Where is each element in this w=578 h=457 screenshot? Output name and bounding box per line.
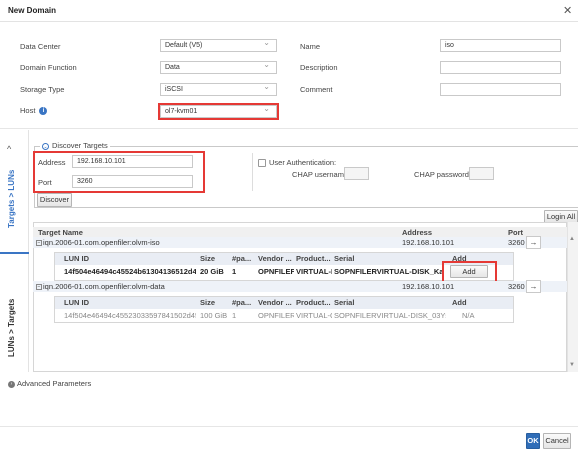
lun-add-status: N/A [462,311,475,320]
ok-button[interactable]: OK [526,433,540,449]
comment-label: Comment [300,85,333,94]
advanced-parameters-toggle[interactable]: › Advanced Parameters [8,379,91,388]
expand-icon[interactable]: › [8,380,15,388]
target-port-cell: 3260 [508,282,525,291]
address-header: Address [402,228,433,237]
lun-paths-cell: 1 [232,267,237,276]
size-header: Size [200,298,216,307]
tree-collapse-icon[interactable]: − [36,284,42,291]
paths-header: #pa... [232,254,252,263]
host-label: Host i [20,106,48,116]
lun-vendor-cell: OPNFILEF [258,267,294,276]
footer-divider [0,426,578,427]
target-name-cell: − iqn.2006-01.com.openfiler:olvm-iso [36,238,160,247]
chap-password-input[interactable] [469,167,494,180]
cancel-button[interactable]: Cancel [543,433,571,449]
lun-product-cell: VIRTUAL-C [296,311,332,320]
port-header: Port [508,228,523,237]
fieldset-divider [252,153,253,191]
lun-paths-cell: 1 [232,311,237,320]
scroll-down-icon[interactable]: ▼ [569,362,575,368]
target-port-cell: 3260 [508,238,525,247]
table-scrollbar[interactable] [567,222,578,372]
user-auth-label[interactable]: User Authentication: [258,158,337,168]
storage-type-label: Storage Type [20,85,65,94]
lun-size-cell: 100 GiB [200,311,228,320]
name-input[interactable]: iso [440,39,561,52]
discover-button[interactable]: Discover [37,193,72,207]
data-center-label: Data Center [20,42,61,51]
product-header: Product... [296,254,331,263]
size-header: Size [200,254,216,263]
serial-header: Serial [334,298,355,307]
target-address-cell: 192.168.10.101 [402,238,455,247]
lun-serial-cell: SOPNFILERVIRTUAL-DISK_03YsAP- [334,311,446,320]
port-input[interactable]: 3260 [72,175,193,188]
tab-targets-luns[interactable]: Targets > LUNs [7,170,16,228]
close-icon[interactable]: ✕ [563,4,572,17]
address-label: Address [38,158,66,167]
domain-function-select[interactable]: Data [160,61,277,74]
add-lun-button[interactable]: Add [450,265,488,278]
comment-input[interactable] [440,83,561,96]
chap-username-input[interactable] [344,167,369,180]
lun-id-cell: 14f504e46494c45524b61304136512d41( [64,267,196,276]
add-header: Add [452,298,467,307]
lun-serial-cell: SOPNFILERVIRTUAL-DISK_Ka0A6 [334,267,442,276]
user-auth-checkbox[interactable] [258,159,266,168]
form-divider [0,128,578,129]
user-auth-text: User Authentication: [269,158,337,167]
serial-header: Serial [334,254,355,263]
dialog-header [0,0,578,22]
host-label-text: Host [20,106,36,115]
description-label: Description [300,63,338,72]
collapse-icon[interactable]: ^ [7,144,11,154]
host-select[interactable]: ol7-kvm01 [158,103,279,120]
lun-id-header: LUN ID [64,298,89,307]
login-arrow-icon[interactable]: → [526,236,541,249]
storage-type-select[interactable]: iSCSI [160,83,277,96]
tab-active-indicator [0,252,29,254]
lun-id-cell: 14f504e46494c45523033597841502d456 [64,311,196,320]
tree-collapse-icon[interactable]: − [36,240,42,247]
target-name-text: iqn.2006-01.com.openfiler:olvm-iso [43,238,160,247]
vendor-header: Vendor ... [258,298,292,307]
lun-vendor-cell: OPNFILER [258,311,294,320]
vendor-header: Vendor ... [258,254,292,263]
advanced-parameters-label: Advanced Parameters [17,379,92,388]
info-icon[interactable]: i [39,107,48,116]
chap-password-label: CHAP password [414,170,469,179]
lun-size-cell: 20 GiB [200,267,224,276]
address-input[interactable]: 192.168.10.101 [72,155,193,168]
target-address-cell: 192.168.10.101 [402,282,455,291]
login-arrow-icon[interactable]: → [526,280,541,293]
target-name-header: Target Name [38,228,83,237]
domain-function-label: Domain Function [20,63,77,72]
lun-product-cell: VIRTUAL-I [296,267,332,276]
target-name-text: iqn.2006-01.com.openfiler:olvm-data [43,282,165,291]
paths-header: #pa... [232,298,252,307]
tab-luns-targets[interactable]: LUNs > Targets [7,299,16,357]
dialog-title: New Domain [8,6,57,15]
discover-legend-text: Discover Targets [52,141,108,150]
chap-username-label: CHAP username [292,170,349,179]
description-input[interactable] [440,61,561,74]
name-label: Name [300,42,321,51]
scroll-up-icon[interactable]: ▲ [569,236,575,242]
product-header: Product... [296,298,331,307]
data-center-select[interactable]: Default (V5) [160,39,277,52]
add-header: Add [452,254,467,263]
lun-id-header: LUN ID [64,254,89,263]
target-name-cell: − iqn.2006-01.com.openfiler:olvm-data [36,282,165,291]
port-label: Port [38,178,52,187]
discover-targets-legend[interactable]: ⌄ Discover Targets [40,141,110,150]
collapse-toggle-icon[interactable]: ⌄ [42,142,49,150]
